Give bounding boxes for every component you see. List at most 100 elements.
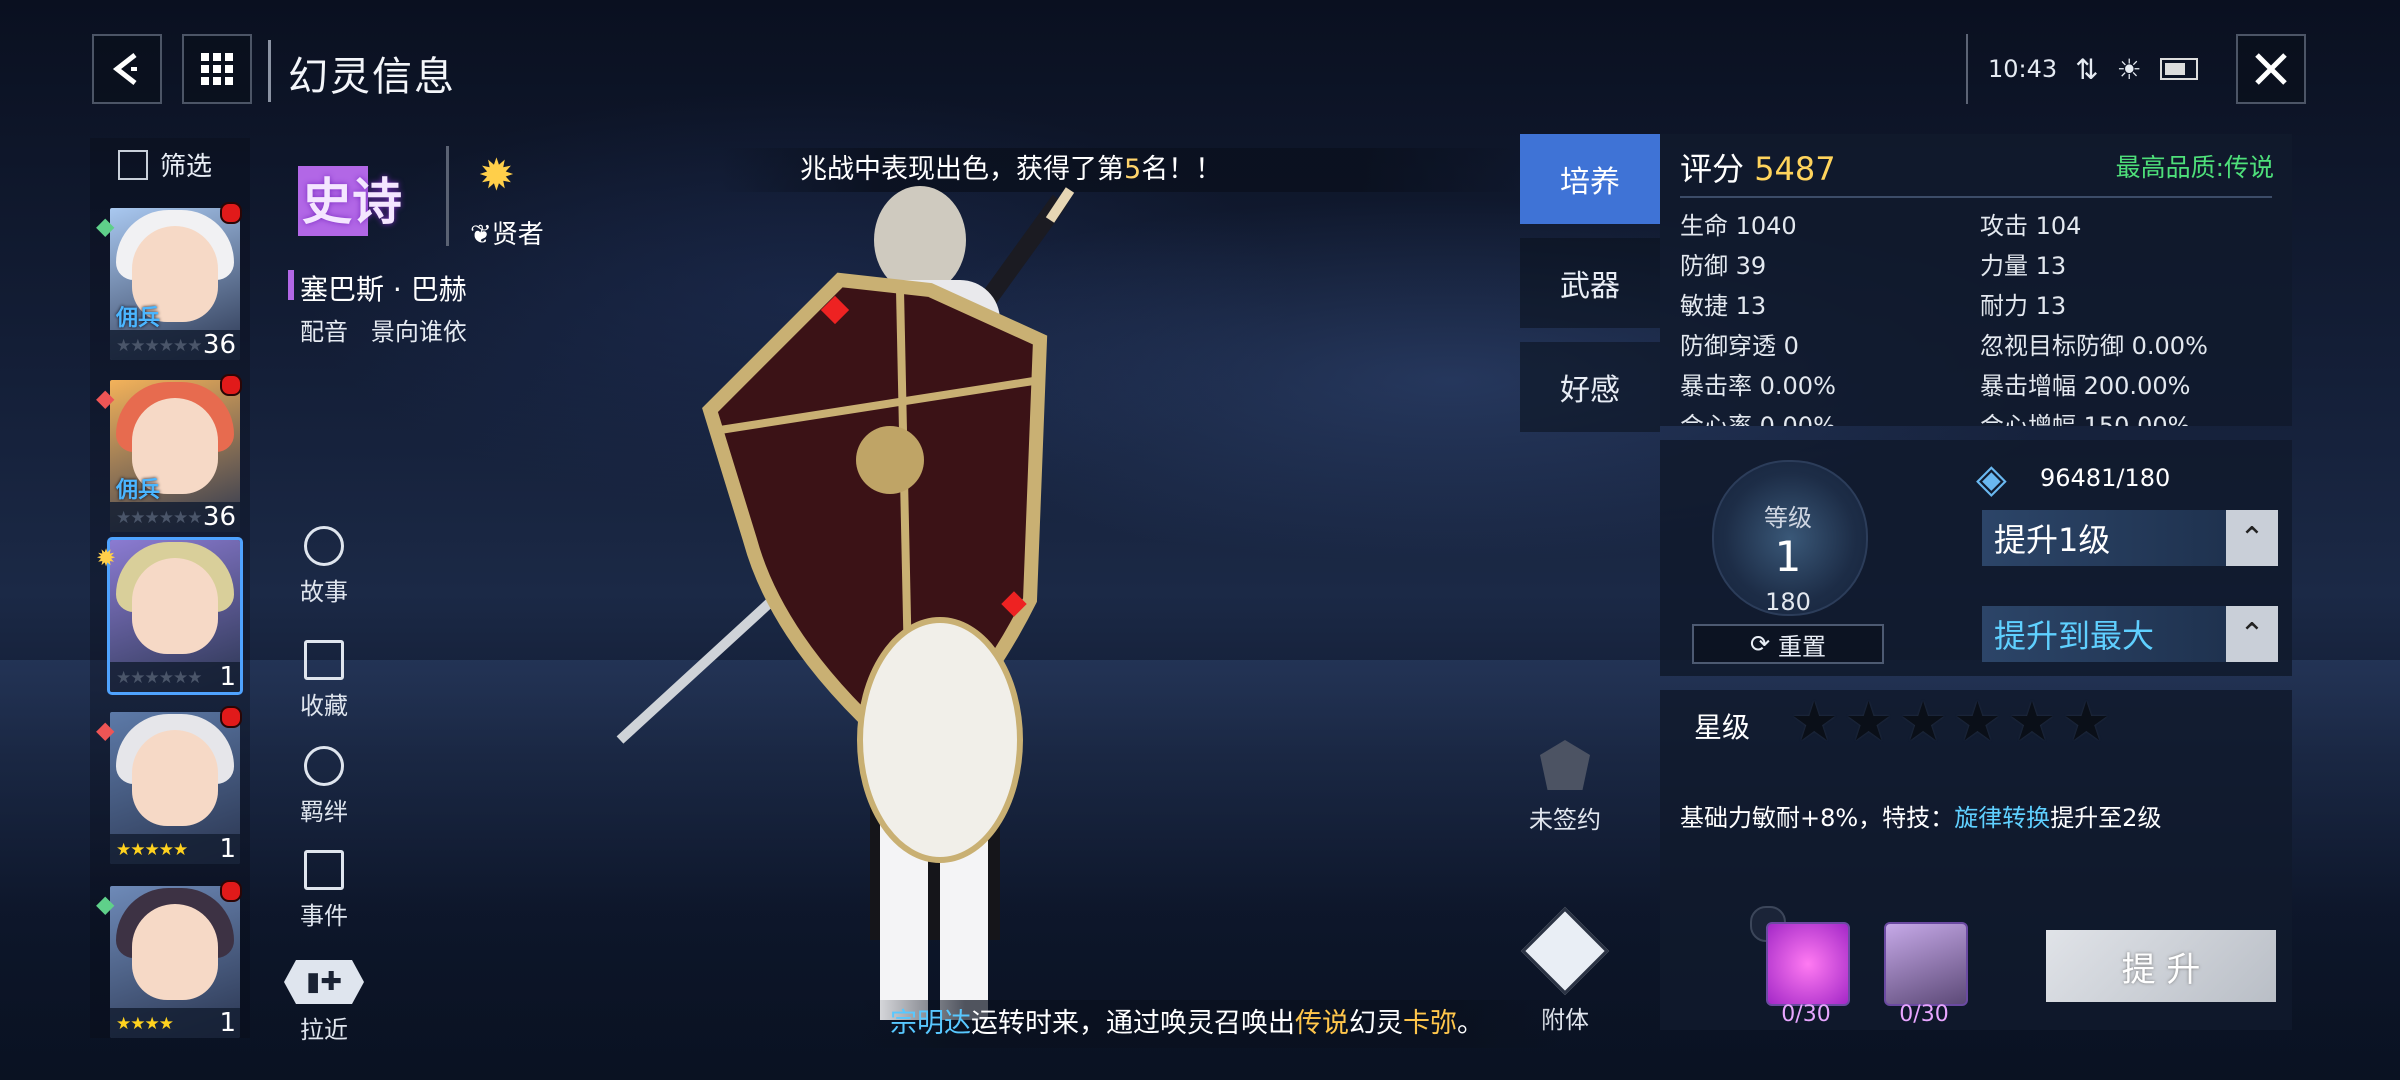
dice-icon <box>1540 740 1590 790</box>
roster-card[interactable]: 佣兵 ★★★★★★ 36 <box>110 380 240 532</box>
element-icon: ◆ <box>96 716 115 744</box>
name-marker <box>288 270 294 300</box>
star-rating: ★★★★★ <box>116 840 188 860</box>
story-icon <box>304 526 344 566</box>
star-slot-icon: ★ <box>2007 690 2057 753</box>
detail-tabs: 培养 武器 好感 <box>1520 134 1660 446</box>
attach-icon <box>1520 906 1610 996</box>
portrait <box>132 730 218 826</box>
close-icon <box>2255 53 2287 85</box>
collection-button[interactable]: 收藏 <box>294 640 354 721</box>
role-label: 佣兵 <box>116 478 161 503</box>
brightness-icon: ☀ <box>2116 52 2142 86</box>
zoom-button[interactable]: ▮✚ 拉近 <box>284 960 364 1045</box>
class-label: ❦贤者 <box>470 220 544 250</box>
stat-item: 耐力 13 <box>1980 292 2067 320</box>
star-rating: ★★★★ <box>116 1014 174 1034</box>
contract-status[interactable]: 未签约 <box>1520 740 1610 835</box>
title-divider <box>268 40 271 102</box>
roster-card[interactable]: ★★★★★★ 1 <box>107 537 243 695</box>
card-level: 36 <box>202 330 236 360</box>
bond-icon <box>304 746 344 786</box>
card-level: 1 <box>219 662 236 692</box>
back-button[interactable] <box>92 34 162 104</box>
wing-icon: ❦ <box>470 220 492 250</box>
tab-weapon[interactable]: 武器 <box>1520 238 1660 328</box>
crystal-icon: ◈ <box>1976 456 2007 502</box>
menu-grid-button[interactable] <box>182 34 252 104</box>
star-slot-icon: ★ <box>1844 690 1893 753</box>
stats-panel: 评分 5487 最高品质:传说 生命 1040 攻击 104 防御 39 力量 13 敏… <box>1660 134 2292 426</box>
filter-toggle[interactable]: 筛选 <box>118 146 212 183</box>
star-bonus: 基础力敏耐+8%，特技：旋律转换提升至2级 <box>1680 804 2162 832</box>
close-button[interactable] <box>2236 34 2306 104</box>
star-item-shard-count: 0/30 <box>1781 1002 1831 1027</box>
zoom-icon: ▮✚ <box>284 960 364 1004</box>
star-slot-icon: ★ <box>1898 690 1948 753</box>
divider <box>446 146 449 246</box>
stat-item: 防御穿透 0 <box>1680 332 1799 360</box>
level-value: 1 <box>1774 532 1802 581</box>
max-quality: 最高品质:传说 <box>2115 153 2274 182</box>
grid-icon <box>201 53 233 85</box>
stat-item: 生命 1040 <box>1680 212 1797 240</box>
star-label: 星级 <box>1694 711 1751 744</box>
filter-checkbox[interactable] <box>118 149 148 180</box>
stat-item: 暴击增幅 200.00% <box>1980 372 2191 400</box>
star-row: ★ ★ ★ ★ ★ ★ <box>1790 690 2111 753</box>
level-label: 等级 <box>1764 504 1812 532</box>
sun-class-icon: ✹ <box>478 150 515 201</box>
stat-item: 会心增幅 150.00% <box>1980 412 2191 426</box>
story-button[interactable]: 故事 <box>294 526 354 607</box>
score: 评分 5487 <box>1680 150 1836 188</box>
level-up-max-button[interactable]: 提升到最大 ⌃ <box>1982 606 2278 662</box>
bond-button[interactable]: 羁绊 <box>294 746 354 827</box>
filter-label: 筛选 <box>160 152 213 182</box>
star-rating: ★★★★★★ <box>116 508 202 528</box>
back-arrow-icon <box>112 53 137 85</box>
battery-icon <box>2159 58 2198 80</box>
card-level: 1 <box>219 1008 236 1038</box>
element-icon: ◆ <box>96 212 115 240</box>
event-icon <box>304 850 344 890</box>
voice-line: 配音 景向谁依 <box>300 318 467 346</box>
collection-icon <box>304 640 344 680</box>
announcement-bottom: 宗明达运转时来，通过唤灵召唤出传说幻灵卡弥。 <box>860 1000 1560 1048</box>
event-button[interactable]: 事件 <box>294 850 354 931</box>
star-upgrade-button[interactable]: 提 升 <box>2046 930 2276 1002</box>
star-item-shard[interactable] <box>1766 922 1850 1006</box>
tab-affection[interactable]: 好感 <box>1520 342 1660 432</box>
role-label: 佣兵 <box>116 306 161 331</box>
stat-item: 暴击率 0.00% <box>1680 372 1836 400</box>
contract-label: 未签约 <box>1529 806 1601 834</box>
notification-dot <box>220 374 242 396</box>
card-level: 1 <box>219 834 236 864</box>
status-bar: 10:43 ⇅ ☀ <box>1966 34 2234 104</box>
clock: 10:43 <box>1988 55 2058 83</box>
element-icon: ◆ <box>96 890 115 918</box>
roster-card[interactable]: 佣兵 ★★★★★★ 36 <box>110 208 240 360</box>
roster-card[interactable]: ★★★★★ 1 <box>110 712 240 864</box>
stat-item: 攻击 104 <box>1980 212 2082 240</box>
star-slot-icon: ★ <box>1953 690 2002 753</box>
level-up-1-button[interactable]: 提升1级 ⌃ <box>1982 510 2278 566</box>
roster-card[interactable]: ★★★★ 1 <box>110 886 240 1038</box>
notification-dot <box>220 880 242 902</box>
score-divider <box>1680 196 2272 198</box>
stat-item: 忽视目标防御 0.00% <box>1980 332 2208 360</box>
character-model <box>616 186 1075 1020</box>
star-item-portrait[interactable] <box>1884 922 1968 1006</box>
portrait <box>132 558 218 654</box>
tab-cultivate[interactable]: 培养 <box>1520 134 1660 224</box>
page-title: 幻灵信息 <box>288 54 456 100</box>
card-level: 36 <box>202 502 236 532</box>
star-slot-icon: ★ <box>1790 690 1839 753</box>
stat-item: 防御 39 <box>1680 252 1767 280</box>
rank-badge: 史诗 <box>282 154 432 244</box>
rank-text: 史诗 <box>302 173 402 231</box>
element-icon: ✹ <box>96 544 117 572</box>
star-rating: ★★★★★★ <box>116 668 202 688</box>
element-icon: ◆ <box>96 384 115 412</box>
reset-button[interactable]: ⟳ 重置 <box>1692 624 1884 664</box>
level-up-max-icon: ⌃ <box>2226 606 2278 662</box>
